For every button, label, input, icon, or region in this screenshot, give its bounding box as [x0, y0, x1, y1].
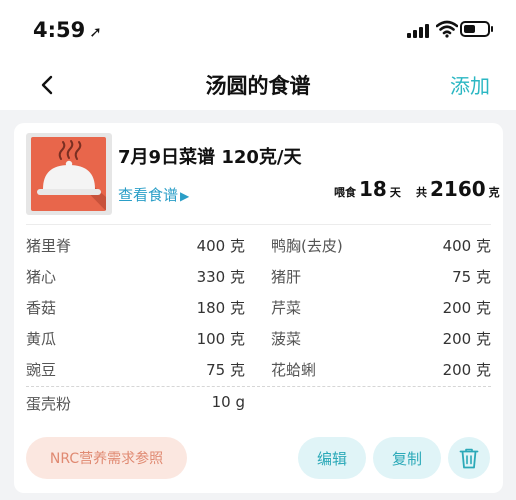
- view-recipe-label: 查看食谱: [118, 186, 179, 204]
- ingredient-name: 香菇: [26, 299, 57, 317]
- ingredient-name: 鸭胸(去皮): [271, 237, 343, 255]
- ingredient-amount: 100 克: [196, 330, 245, 348]
- feeding-days-label: 喂食: [334, 186, 356, 199]
- recipe-title: 7月9日菜谱 120克/天: [118, 147, 302, 168]
- ingredient-name: 豌豆: [26, 361, 57, 379]
- ingredient-amount: 200 克: [442, 330, 491, 348]
- ingredient-amount: 400 克: [442, 237, 491, 255]
- feeding-days-stat: 喂食 18 天: [334, 177, 401, 201]
- feeding-days-unit: 天: [389, 186, 401, 199]
- ingredient-name: 芹菜: [271, 299, 302, 317]
- add-button[interactable]: 添加: [450, 70, 490, 99]
- total-weight-value: 2160: [430, 177, 486, 201]
- nav-bar: 汤圆的食谱 添加: [0, 60, 516, 110]
- ingredient-name: 黄瓜: [26, 330, 57, 348]
- dashed-divider: [26, 386, 491, 387]
- ingredient-amount: 180 克: [196, 299, 245, 317]
- feeding-days-value: 18: [359, 177, 387, 201]
- ingredient-name: 花蛤蜊: [271, 361, 317, 379]
- status-time-text: 4:59: [33, 18, 86, 42]
- ingredient-amount: 75 克: [452, 268, 491, 286]
- status-time: 4:59 ➚: [33, 18, 102, 42]
- total-weight-unit: 克: [488, 186, 500, 199]
- ingredient-amount: 400 克: [196, 237, 245, 255]
- edit-button[interactable]: 编辑: [298, 437, 366, 479]
- ingredient-name: 蛋壳粉: [26, 395, 72, 413]
- ingredient-name: 菠菜: [271, 330, 302, 348]
- status-bar: 4:59 ➚: [0, 0, 516, 60]
- total-weight-stat: 共 2160 克: [416, 177, 500, 201]
- page-title: 汤圆的食谱: [205, 74, 311, 98]
- ingredient-amount: 75 克: [206, 361, 245, 379]
- ingredient-name: 猪心: [26, 268, 57, 286]
- battery-icon: [460, 21, 493, 37]
- ingredient-name: 猪肝: [271, 268, 302, 286]
- delete-button[interactable]: [448, 437, 490, 479]
- view-recipe-link[interactable]: 查看食谱 ▶: [118, 184, 189, 205]
- wifi-icon: [436, 20, 458, 38]
- total-weight-label: 共: [416, 186, 427, 199]
- cellular-signal-icon: [407, 22, 431, 38]
- trash-icon: [459, 448, 479, 469]
- copy-button[interactable]: 复制: [373, 437, 441, 479]
- serving-cloche-icon: [37, 140, 106, 211]
- ingredient-amount: 200 克: [442, 299, 491, 317]
- ingredient-amount: 200 克: [442, 361, 491, 379]
- card-divider: [26, 224, 491, 225]
- ingredient-name: 猪里脊: [26, 237, 72, 255]
- location-arrow-icon: ➚: [89, 23, 102, 41]
- ingredient-amount: 10 g: [211, 393, 245, 411]
- recipe-thumbnail: [26, 133, 112, 215]
- nrc-reference-button[interactable]: NRC营养需求参照: [26, 437, 187, 479]
- triangle-right-icon: ▶: [180, 189, 190, 203]
- recipe-card: 7月9日菜谱 120克/天 查看食谱 ▶ 喂食 18 天 共 2160 克 猪里脊 400…: [14, 123, 503, 493]
- ingredient-amount: 330 克: [196, 268, 245, 286]
